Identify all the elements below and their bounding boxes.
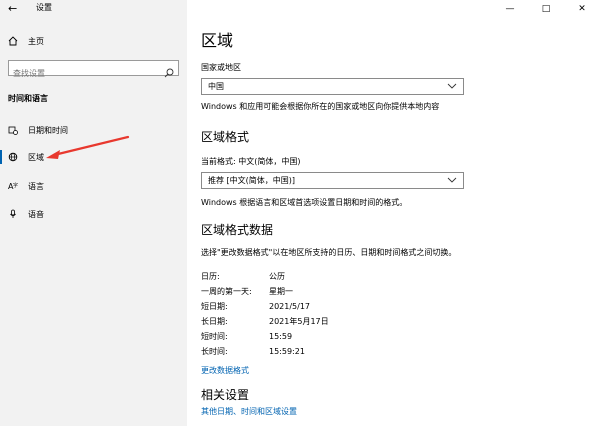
country-dropdown[interactable]: 中国: [201, 78, 464, 95]
sidebar-item-speech[interactable]: 语音: [0, 203, 187, 225]
format-heading: 区域格式: [201, 130, 250, 144]
chevron-down-icon: [447, 82, 457, 91]
row-key: 日历:: [201, 272, 220, 281]
close-icon[interactable]: ✕: [564, 0, 600, 17]
sidebar-item-label: 主页: [28, 36, 44, 46]
sidebar-item-label: 语音: [28, 209, 44, 219]
format-data-row: 短日期: 2021/5/17: [201, 301, 501, 313]
format-dropdown[interactable]: 推荐 [中文(简体，中国)]: [201, 172, 464, 189]
additional-settings-link[interactable]: 其他日期、时间和区域设置: [201, 407, 297, 417]
main-content: — □ ✕ 区域 国家或地区 中国 Windows 和应用可能会根据你所在的国家…: [187, 0, 600, 426]
format-data-row: 短时间: 15:59: [201, 331, 501, 343]
section-heading: 时间和语言: [8, 94, 48, 103]
format-data-row: 长时间: 15:59:21: [201, 346, 501, 358]
annotation-arrow: [46, 135, 130, 159]
microphone-icon: [8, 209, 18, 219]
minimize-icon[interactable]: —: [492, 0, 528, 17]
format-data-row: 一周的第一天: 星期一: [201, 286, 501, 298]
back-arrow-icon[interactable]: ←: [8, 3, 17, 14]
country-description: Windows 和应用可能会根据你所在的国家或地区向你提供本地内容: [201, 102, 440, 111]
language-icon: A字: [8, 181, 18, 191]
chevron-down-icon: [447, 176, 457, 185]
app-title: 设置: [36, 3, 52, 12]
row-value: 2021年5月17日: [269, 317, 329, 326]
active-indicator: [0, 150, 2, 164]
maximize-icon[interactable]: □: [528, 0, 564, 17]
country-label: 国家或地区: [201, 63, 241, 72]
format-dropdown-value: 推荐 [中文(简体，中国)]: [208, 176, 296, 185]
row-value: 15:59:21: [269, 347, 305, 356]
title-bar: ← 设置: [0, 0, 187, 17]
related-settings-heading: 相关设置: [201, 388, 250, 402]
current-format-label: 当前格式: 中文(简体，中国): [201, 157, 301, 166]
row-key: 长时间:: [201, 347, 228, 356]
home-icon: [8, 36, 18, 46]
format-description: Windows 根据语言和区域首选项设置日期和时间的格式。: [201, 198, 408, 207]
row-value: 15:59: [269, 332, 293, 341]
window-controls: — □ ✕: [492, 0, 600, 17]
search-box[interactable]: [8, 60, 179, 81]
search-input[interactable]: [9, 66, 163, 81]
row-value: 2021/5/17: [269, 302, 311, 311]
format-data-heading: 区域格式数据: [201, 223, 274, 237]
change-data-format-link[interactable]: 更改数据格式: [201, 366, 249, 376]
sidebar-item-home[interactable]: 主页: [0, 30, 187, 52]
format-data-row: 长日期: 2021年5月17日: [201, 316, 501, 328]
format-data-description: 选择"更改数据格式"以在地区所支持的日历、日期和时间格式之间切换。: [201, 248, 457, 257]
sidebar-item-language[interactable]: A字 语言: [0, 175, 187, 197]
format-data-row: 日历: 公历: [201, 271, 501, 283]
row-value: 公历: [269, 272, 285, 281]
sidebar: ← 设置 主页 时间和语言 日期和时间 区: [0, 0, 187, 426]
sidebar-item-label: 语言: [28, 181, 44, 191]
row-key: 短日期:: [201, 302, 228, 311]
row-value: 星期一: [269, 287, 293, 296]
svg-text:字: 字: [13, 182, 18, 189]
row-key: 短时间:: [201, 332, 228, 341]
search-icon[interactable]: [164, 63, 174, 82]
page-title: 区域: [201, 31, 234, 50]
calendar-clock-icon: [8, 125, 18, 135]
row-key: 长日期:: [201, 317, 228, 326]
country-dropdown-value: 中国: [208, 82, 224, 91]
settings-window: ← 设置 主页 时间和语言 日期和时间 区: [0, 0, 600, 426]
globe-icon: [8, 152, 18, 162]
row-key: 一周的第一天:: [201, 287, 252, 296]
